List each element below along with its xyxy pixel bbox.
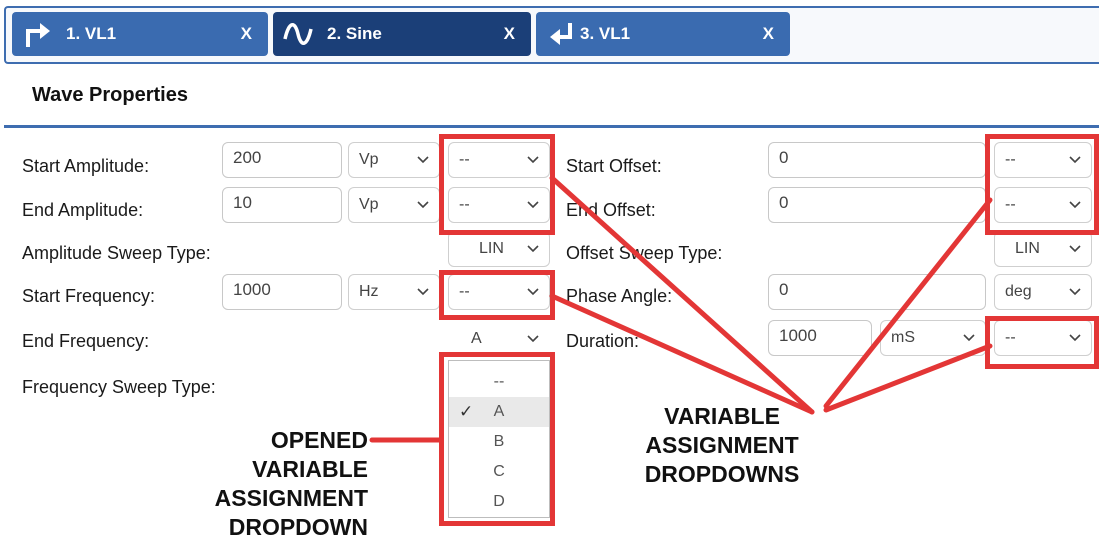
callout-line-text: VARIABLE — [252, 456, 368, 482]
highlight-box — [439, 352, 555, 526]
callout-line-text: ASSIGNMENT — [214, 485, 368, 511]
callout-line-text: DROPDOWNS — [644, 461, 800, 487]
highlight-box — [985, 134, 1099, 235]
opened-dropdown-callout: OPENED VARIABLE ASSIGNMENT DROPDOWN — [150, 426, 368, 542]
variable-dropdowns-callout: VARIABLE ASSIGNMENT DROPDOWNS — [612, 402, 832, 489]
callout-line-text: ASSIGNMENT — [645, 432, 799, 458]
callout-line-text: DROPDOWN — [228, 514, 368, 540]
callout-line — [823, 197, 993, 409]
highlight-box — [985, 316, 1099, 369]
callout-line — [549, 293, 815, 415]
callout-line — [549, 175, 815, 415]
highlight-box — [439, 270, 555, 320]
highlight-box — [439, 134, 555, 235]
callout-line-text: OPENED — [270, 427, 368, 453]
callout-line-text: VARIABLE — [664, 403, 780, 429]
